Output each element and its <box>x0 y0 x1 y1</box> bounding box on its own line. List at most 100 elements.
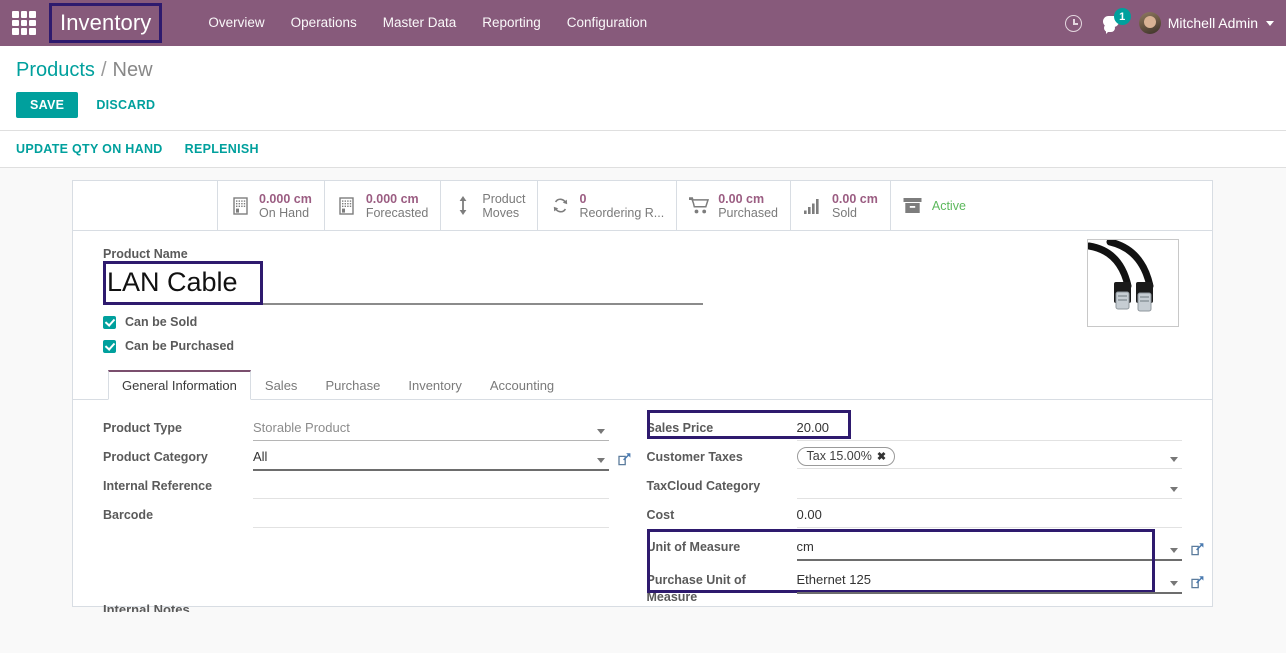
messages-button[interactable]: 1 <box>1093 0 1133 46</box>
chevron-down-icon <box>596 458 605 463</box>
stat-button-on-hand[interactable]: 0.000 cm On Hand <box>218 181 325 230</box>
field-label-cost: Cost <box>646 508 675 522</box>
app-brand[interactable]: Inventory <box>46 0 165 46</box>
user-name-label: Mitchell Admin <box>1167 15 1258 31</box>
checkbox-label-can-be-purchased: Can be Purchased <box>125 339 235 353</box>
internal-link-icon-purchase-unit-of-measure[interactable] <box>1191 576 1204 589</box>
field-value-internal-reference[interactable] <box>253 474 609 499</box>
app-brand-label: Inventory <box>60 10 152 35</box>
field-value-cost[interactable]: 0.00 <box>796 503 1182 528</box>
internal-link-icon-unit-of-measure[interactable] <box>1191 543 1204 556</box>
status-badge-active: Active <box>931 198 966 213</box>
activities-button[interactable] <box>1055 0 1093 46</box>
record-buttons: SAVE DISCARD <box>0 84 1286 130</box>
field-value-purchase-unit-of-measure[interactable]: Ethernet 125 <box>796 568 1204 594</box>
field-row-barcode: Barcode <box>103 503 609 532</box>
clock-icon <box>1065 14 1083 32</box>
tab-accounting[interactable]: Accounting <box>476 370 568 400</box>
internal-link-icon-product-category[interactable] <box>617 453 631 466</box>
checkbox-row-can-be-sold[interactable]: Can be Sold <box>103 315 1182 329</box>
menu-item-overview[interactable]: Overview <box>195 0 277 46</box>
field-value-product-category[interactable]: All <box>253 445 630 471</box>
stat-label-product-moves-line1: Product <box>482 191 526 206</box>
refresh-icon <box>550 197 570 214</box>
tab-general-information[interactable]: General Information <box>108 370 251 400</box>
stat-button-product-moves[interactable]: Product Moves <box>441 181 539 230</box>
checkbox-row-can-be-purchased[interactable]: Can be Purchased <box>103 339 1182 353</box>
stat-button-reordering-rules[interactable]: 0 Reordering R... <box>538 181 678 230</box>
form-column-left: Product Type Storable Product Product Ca… <box>103 416 643 606</box>
stat-button-archive-status[interactable]: Active <box>891 181 978 230</box>
menu-item-reporting[interactable]: Reporting <box>469 0 554 46</box>
tab-sales[interactable]: Sales <box>251 370 312 400</box>
user-menu[interactable]: Mitchell Admin <box>1133 12 1274 34</box>
building-icon <box>337 196 357 215</box>
field-label-unit-of-measure: Unit of Measure <box>646 540 741 554</box>
field-row-customer-taxes: Customer Taxes Tax 15.00% ✖ <box>646 445 1182 474</box>
stat-label-product-moves-line2: Moves <box>482 205 520 220</box>
breadcrumb-products[interactable]: Products <box>16 56 95 84</box>
stat-button-sold[interactable]: 0.00 cm Sold <box>791 181 891 230</box>
menu-item-configuration[interactable]: Configuration <box>554 0 660 46</box>
field-value-sales-price[interactable]: 20.00 <box>796 416 1182 441</box>
stat-button-forecasted[interactable]: 0.000 cm Forecasted <box>325 181 442 230</box>
field-label-internal-reference: Internal Reference <box>103 479 213 493</box>
replenish-button[interactable]: REPLENISH <box>185 140 259 158</box>
internal-reference-input <box>253 476 609 498</box>
cost-input: 0.00 <box>796 507 822 522</box>
field-value-barcode[interactable] <box>253 503 609 528</box>
product-form-sheet: 0.000 cm On Hand 0.000 cm Forecasted Pro… <box>72 180 1213 612</box>
stat-label-purchased: Purchased <box>718 205 778 220</box>
field-row-product-type: Product Type Storable Product <box>103 416 609 445</box>
field-label-product-type: Product Type <box>103 421 182 435</box>
field-row-internal-reference: Internal Reference <box>103 474 609 503</box>
close-icon[interactable]: ✖ <box>877 450 886 463</box>
arrows-vertical-icon <box>453 196 473 215</box>
breadcrumb-current: New <box>112 59 153 81</box>
form-column-right: Sales Price 20.00 Customer Taxes Tax 15.… <box>643 410 1204 606</box>
field-label-purchase-unit-of-measure: Purchase Unit of Measure <box>647 568 797 606</box>
update-qty-on-hand-button[interactable]: UPDATE QTY ON HAND <box>16 140 163 158</box>
product-name-input[interactable]: LAN Cable <box>103 263 703 305</box>
avatar <box>1138 12 1161 34</box>
field-label-sales-price: Sales Price <box>646 421 714 435</box>
internal-notes-label: Internal Notes <box>103 602 190 612</box>
menu-item-operations[interactable]: Operations <box>278 0 370 46</box>
archive-box-icon <box>903 197 923 214</box>
tag-customer-tax[interactable]: Tax 15.00% ✖ <box>796 447 896 466</box>
chevron-down-icon <box>1170 581 1178 586</box>
chevron-down-icon <box>1170 548 1178 553</box>
field-value-unit-of-measure[interactable]: cm <box>796 535 1204 561</box>
navbar-right-tools: 1 Mitchell Admin <box>1055 0 1286 46</box>
product-image[interactable] <box>1087 239 1179 327</box>
field-row-purchase-unit-of-measure: Purchase Unit of Measure Ethernet 125 <box>647 568 1204 606</box>
discard-button[interactable]: DISCARD <box>86 92 165 118</box>
apps-grid-icon[interactable] <box>12 11 36 35</box>
product-category-selected-value: All <box>253 449 268 464</box>
chat-bubble-small-icon <box>1103 24 1115 34</box>
save-button[interactable]: SAVE <box>16 92 79 118</box>
purchase-unit-of-measure-selected-value: Ethernet 125 <box>796 572 871 587</box>
tab-inventory[interactable]: Inventory <box>394 370 475 400</box>
tab-purchase[interactable]: Purchase <box>311 370 394 400</box>
field-row-unit-of-measure: Unit of Measure cm <box>646 529 1204 593</box>
checkbox-can-be-sold[interactable] <box>103 315 116 329</box>
menu-item-master-data[interactable]: Master Data <box>370 0 470 46</box>
product-type-selected-value: Storable Product <box>253 420 350 435</box>
field-value-product-type[interactable]: Storable Product <box>253 416 609 441</box>
sales-price-input: 20.00 <box>796 420 830 435</box>
product-flags: Can be Sold Can be Purchased <box>103 315 1182 353</box>
chevron-down-icon <box>1170 487 1178 492</box>
field-value-customer-taxes[interactable]: Tax 15.00% ✖ <box>796 445 1182 469</box>
field-label-customer-taxes: Customer Taxes <box>646 450 743 464</box>
chevron-down-icon <box>1170 457 1178 462</box>
stat-label-forecasted: Forecasted <box>365 205 429 220</box>
field-row-product-category: Product Category All <box>103 445 630 474</box>
field-value-taxcloud-category[interactable] <box>796 474 1182 499</box>
checkbox-can-be-purchased[interactable] <box>103 339 116 353</box>
field-row-cost: Cost 0.00 <box>646 503 1182 532</box>
product-name-label: Product Name <box>103 247 188 261</box>
field-row-sales-price: Sales Price 20.00 <box>646 410 1182 445</box>
chevron-down-icon <box>596 429 605 434</box>
stat-button-purchased[interactable]: 0.00 cm Purchased <box>677 181 791 230</box>
